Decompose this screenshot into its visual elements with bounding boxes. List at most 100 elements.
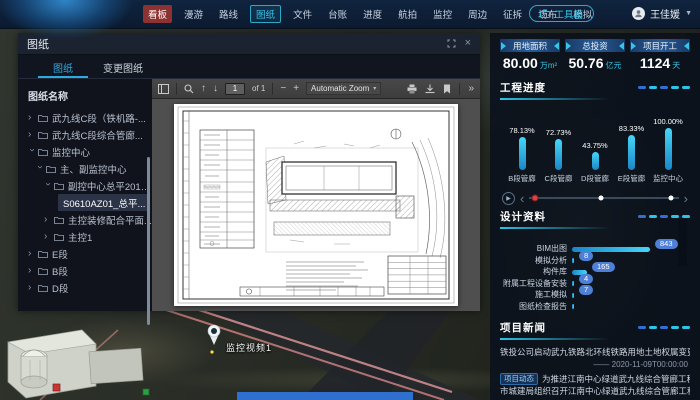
map-selection-bar [237, 392, 413, 400]
caret-down-icon: ▼ [685, 10, 692, 17]
folder-icon [38, 148, 48, 156]
nav-item-route[interactable]: 路线 [215, 5, 242, 23]
news-list: 铁投公司启动武九铁路北环线铁路用地土地权属变更登记工作 —— 2020-11-0… [500, 346, 690, 400]
design-row[interactable]: 施工模拟 7 [500, 289, 690, 301]
stat-unit: 万m² [540, 61, 557, 70]
design-bar [572, 258, 574, 263]
tree-item[interactable]: › 主控1 [18, 228, 152, 245]
design-row[interactable]: 图纸检查报告 4 [500, 301, 690, 313]
design-row[interactable]: 构件库 165 [500, 266, 690, 278]
progress-col[interactable]: 72.73% [541, 128, 577, 170]
page-down-icon[interactable]: ↓ [213, 84, 218, 94]
download-icon[interactable] [425, 84, 435, 94]
bar-value-label: 72.73% [546, 128, 571, 137]
tree-item[interactable]: › E段 [18, 245, 152, 262]
bookmark-icon[interactable] [443, 84, 451, 94]
tab-drawings[interactable]: 图纸 [38, 55, 88, 78]
chevron-right-icon: › [28, 283, 36, 293]
page-up-icon[interactable]: ↑ [201, 84, 206, 94]
tree-item[interactable]: › D段 [18, 279, 152, 296]
carousel-dot[interactable] [599, 196, 604, 201]
design-pill: 843 [655, 239, 678, 249]
tree-item[interactable]: › 监控中心 [18, 143, 152, 160]
zoom-out-icon[interactable]: − [280, 84, 286, 94]
tree-item[interactable]: › 武九线C段综合管廊... [18, 126, 152, 143]
tree-item[interactable]: › 武九线C段（铁机路-... [18, 109, 152, 126]
tree-item[interactable]: › 主、副监控中心 [18, 160, 152, 177]
zoom-in-icon[interactable]: + [293, 84, 299, 94]
section-dashes-decoration [638, 215, 690, 218]
nav-item-roam[interactable]: 漫游 [180, 5, 207, 23]
toolbox-button[interactable]: 工具箱 [529, 5, 594, 22]
tree-scrollbar[interactable] [147, 157, 150, 325]
bar-category-label: C段管廊 [541, 173, 577, 184]
carousel-next-icon[interactable]: › [684, 192, 688, 205]
technical-drawing [174, 104, 458, 306]
sidebar-toggle-icon[interactable] [158, 84, 169, 94]
stat-unit: 天 [672, 61, 680, 70]
chevron-right-icon: › [28, 130, 36, 140]
section-header-design: 设计资料 [500, 209, 690, 229]
carousel-dot[interactable] [669, 196, 674, 201]
project-info-panel: 用地面积 80.00万m² 总投资 50.76亿元 [490, 33, 700, 400]
print-icon[interactable] [407, 84, 417, 94]
top-navigation: 看板 漫游 路线 图纸 文件 台账 进度 航拍 监控 周边 征拆 场布 模拟 工… [0, 0, 700, 28]
search-icon[interactable] [184, 84, 194, 94]
tree-item[interactable]: › 副控中心总平2019... [18, 177, 152, 194]
nav-item-files[interactable]: 文件 [289, 5, 316, 23]
tab-changed-drawings[interactable]: 变更图纸 [88, 55, 158, 78]
page-number-input[interactable] [225, 83, 245, 95]
news-item[interactable]: 项目动态为推进江南中心绿道武九线综合管廊工程PPP项目股权 市城建局组织召开江南… [500, 373, 690, 400]
pdf-canvas[interactable] [152, 99, 480, 311]
progress-col[interactable]: 100.00% [650, 117, 686, 170]
tree-item[interactable]: › 主控装修配合平面... [18, 211, 152, 228]
design-row[interactable]: 附属工程设备安装 4 [500, 278, 690, 290]
section-dashes-decoration [638, 86, 690, 89]
bar-category-label: B段管廊 [504, 173, 540, 184]
folder-icon [54, 182, 64, 190]
nav-item-progress[interactable]: 进度 [359, 5, 386, 23]
nav-item-aerial[interactable]: 航拍 [394, 5, 421, 23]
fullscreen-icon[interactable] [447, 39, 456, 48]
carousel-dot-active[interactable] [532, 195, 539, 202]
tree-item[interactable]: › B段 [18, 262, 152, 279]
progress-col[interactable]: 43.75% [577, 141, 613, 170]
folder-icon [54, 233, 64, 241]
section-dashes-decoration [638, 326, 690, 329]
user-menu[interactable]: 王佳媛 ▼ [632, 5, 692, 22]
stat-value: 1124 [640, 55, 670, 71]
progress-col[interactable]: 78.13% [504, 126, 540, 170]
nav-item-monitor[interactable]: 监控 [429, 5, 456, 23]
design-bar [572, 293, 574, 298]
main-menu: 看板 漫游 路线 图纸 文件 台账 进度 航拍 监控 周边 征拆 场布 模拟 [143, 0, 596, 28]
progress-chart: 78.13% 72.73% 43.75% 83.33% 100.00% [500, 112, 690, 170]
zoom-select[interactable]: Automatic Zoom ▾ [306, 82, 381, 95]
nav-item-demolition[interactable]: 征拆 [499, 5, 526, 23]
toolbar-overflow-icon[interactable]: » [468, 84, 474, 94]
bar-category-label: D段管廊 [577, 173, 613, 184]
stat-unit: 亿元 [606, 61, 622, 70]
avatar [632, 7, 645, 20]
folder-icon [38, 250, 48, 258]
design-row[interactable]: BIM出图 843 [500, 243, 690, 255]
news-item[interactable]: 铁投公司启动武九铁路北环线铁路用地土地权属变更登记工作 —— 2020-11-0… [500, 346, 690, 369]
nav-item-drawings[interactable]: 图纸 [250, 5, 281, 23]
bar-category-label: 图纸检查报告 [500, 301, 572, 312]
carousel-track [529, 197, 678, 199]
section-header-progress: 工程进度 [500, 80, 690, 100]
bar-category-label: 构件库 [500, 266, 572, 277]
pdf-page [174, 104, 458, 306]
chevron-down-icon: › [27, 148, 37, 156]
nav-item-kanban[interactable]: 看板 [143, 5, 172, 23]
play-icon[interactable]: ▶ [502, 192, 515, 205]
carousel-prev-icon[interactable]: ‹ [520, 192, 524, 205]
folder-icon [38, 284, 48, 292]
design-bar [572, 281, 574, 286]
progress-col[interactable]: 83.33% [614, 124, 650, 170]
nav-item-surroundings[interactable]: 周边 [464, 5, 491, 23]
zoom-select-value: Automatic Zoom [311, 84, 369, 93]
close-icon[interactable]: × [465, 38, 471, 49]
tree-item-selected[interactable]: S0610AZ01_总平... [18, 194, 152, 211]
nav-item-ledger[interactable]: 台账 [324, 5, 351, 23]
camera-pin-label[interactable]: 监控视频1 [226, 341, 272, 354]
